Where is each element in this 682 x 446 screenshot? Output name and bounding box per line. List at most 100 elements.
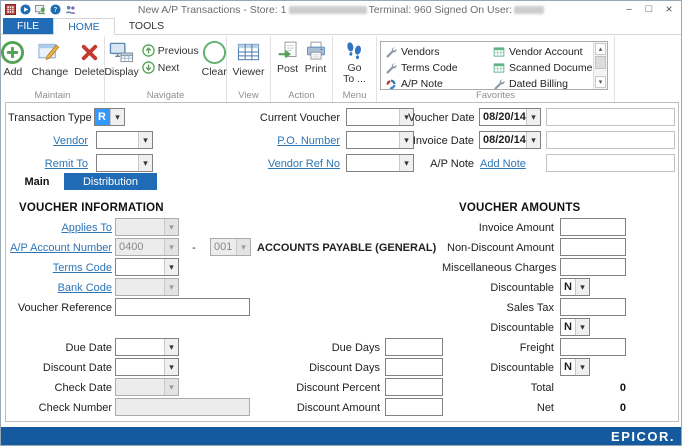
ap-note-label: A/P Note: [408, 155, 474, 173]
voucher-date-combo[interactable]: 08/20/14: [479, 108, 541, 126]
vendor-combo[interactable]: [96, 131, 153, 149]
net-value: 0: [560, 399, 626, 417]
users-icon[interactable]: [65, 4, 76, 15]
add-note-link[interactable]: Add Note: [480, 155, 540, 173]
non-discount-amount-input[interactable]: [560, 238, 626, 256]
scroll-down-icon[interactable]: [595, 76, 606, 88]
redacted-text: [289, 6, 367, 14]
clear-icon: [202, 40, 227, 65]
minimize-button[interactable]: [619, 1, 639, 17]
miscellaneous-charges-input[interactable]: [560, 258, 626, 276]
wrench-icon: [385, 62, 397, 74]
scrollbar-thumb[interactable]: [595, 56, 606, 69]
help-icon[interactable]: ?: [50, 4, 61, 15]
net-label: Net: [442, 399, 554, 417]
vendor-link[interactable]: Vendor: [8, 132, 88, 150]
po-number-combo[interactable]: [346, 131, 414, 149]
chevron-down-icon: [164, 219, 178, 235]
check-number-input: [115, 398, 250, 416]
prev-next-stack: Previous Next: [142, 40, 199, 74]
ap-account-number-link[interactable]: A/P Account Number: [8, 239, 112, 257]
discountable-3-combo[interactable]: N: [560, 358, 590, 376]
sales-tax-input[interactable]: [560, 298, 626, 316]
chevron-down-icon: [164, 379, 178, 395]
display-button[interactable]: Display: [101, 40, 141, 78]
maximize-button[interactable]: [639, 1, 659, 17]
voucher-information-title: VOUCHER INFORMATION: [19, 202, 164, 214]
due-days-input[interactable]: [385, 338, 443, 356]
titlebar-icons: ?: [1, 4, 76, 15]
terms-code-link[interactable]: Terms Code: [8, 259, 112, 277]
due-date-label: Due Date: [8, 339, 112, 357]
voucher-amounts-title: VOUCHER AMOUNTS: [459, 202, 580, 214]
remit-to-combo[interactable]: [96, 154, 153, 172]
tab-distribution[interactable]: Distribution: [64, 173, 157, 190]
bank-code-link[interactable]: Bank Code: [8, 279, 112, 297]
table-icon: [493, 46, 505, 58]
favorites-scrollbar[interactable]: [593, 42, 607, 89]
invoice-date-combo[interactable]: 08/20/14: [479, 131, 541, 149]
close-button[interactable]: [659, 1, 679, 17]
scroll-up-icon[interactable]: [595, 43, 606, 55]
post-button[interactable]: Post: [274, 40, 302, 75]
transaction-type-label: Transaction Type: [8, 109, 88, 127]
invoice-date-label: Invoice Date: [408, 132, 474, 150]
non-discount-amount-label: Non-Discount Amount: [442, 239, 554, 257]
discountable-2-combo[interactable]: N: [560, 318, 590, 336]
voucher-description-field-3: [546, 154, 675, 172]
delete-icon: [77, 40, 102, 65]
chevron-down-icon: [164, 339, 178, 355]
chevron-down-icon: [138, 155, 152, 171]
print-button[interactable]: Print: [302, 40, 330, 75]
terms-code-combo[interactable]: [115, 258, 179, 276]
status-bar: EPICOR.: [1, 427, 681, 445]
favorite-item-vendor-account[interactable]: Vendor Account: [493, 45, 583, 59]
transaction-type-combo[interactable]: R: [94, 108, 125, 126]
previous-button[interactable]: Previous: [142, 44, 199, 57]
due-date-combo[interactable]: [115, 338, 179, 356]
discount-date-combo[interactable]: [115, 358, 179, 376]
go-to-button[interactable]: GoTo ...: [340, 40, 369, 85]
vendor-ref-no-link[interactable]: Vendor Ref No: [250, 155, 340, 173]
vendor-ref-no-combo[interactable]: [346, 154, 414, 172]
change-button[interactable]: Change: [28, 40, 71, 78]
favorite-item-vendors[interactable]: Vendors: [385, 45, 440, 59]
discountable-1-combo[interactable]: N: [560, 278, 590, 296]
discount-amount-input[interactable]: [385, 398, 443, 416]
discount-percent-input[interactable]: [385, 378, 443, 396]
discount-days-label: Discount Days: [282, 359, 380, 377]
add-button[interactable]: Add: [0, 40, 28, 78]
play-icon[interactable]: [20, 4, 31, 15]
favorites-list: Vendors Terms Code A/P Note Vendor Accou…: [380, 41, 608, 90]
due-days-label: Due Days: [282, 339, 380, 357]
viewer-button[interactable]: Viewer: [230, 40, 268, 78]
next-button[interactable]: Next: [142, 61, 199, 74]
discount-days-input[interactable]: [385, 358, 443, 376]
po-number-link[interactable]: P.O. Number: [250, 132, 340, 150]
favorite-item-terms-code[interactable]: Terms Code: [385, 61, 458, 75]
freight-input[interactable]: [560, 338, 626, 356]
remit-to-link[interactable]: Remit To: [8, 155, 88, 173]
previous-icon: [142, 44, 155, 57]
tab-tools[interactable]: TOOLS: [115, 18, 178, 34]
favorite-item-scanned-documents[interactable]: Scanned Documents: [493, 61, 606, 75]
current-voucher-combo[interactable]: [346, 108, 414, 126]
tab-home[interactable]: HOME: [53, 18, 115, 35]
voucher-reference-input[interactable]: [115, 298, 250, 316]
check-date-label: Check Date: [8, 379, 112, 397]
favorite-item-dated-billing[interactable]: Dated Billing: [493, 77, 568, 90]
favorite-item-ap-note[interactable]: A/P Note: [385, 77, 443, 90]
chevron-down-icon: [575, 279, 589, 295]
display-icon: [109, 40, 134, 65]
chevron-down-icon: [236, 239, 250, 255]
next-icon: [142, 61, 155, 74]
tab-file[interactable]: FILE: [3, 18, 53, 34]
tab-main[interactable]: Main: [10, 173, 64, 190]
account-description: ACCOUNTS PAYABLE (GENERAL): [257, 239, 457, 257]
clear-button[interactable]: Clear: [199, 40, 230, 78]
redacted-text: [514, 6, 544, 14]
session-icon[interactable]: [35, 4, 46, 15]
chevron-down-icon: [526, 132, 540, 148]
applies-to-link[interactable]: Applies To: [8, 219, 112, 237]
invoice-amount-input[interactable]: [560, 218, 626, 236]
